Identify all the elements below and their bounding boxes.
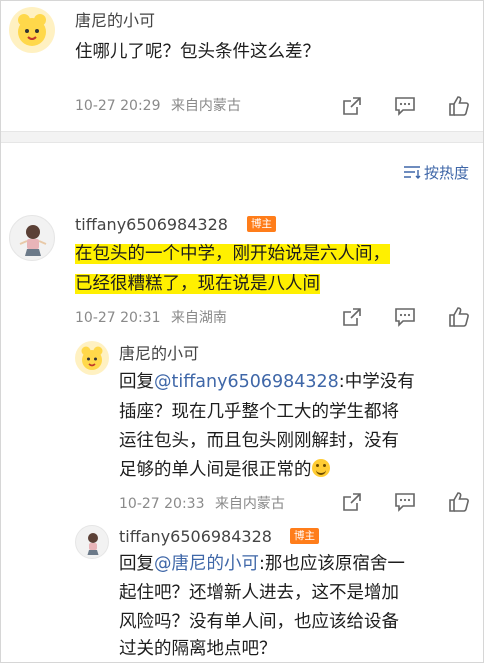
comment-meta: 10-27 20:31 来自湖南	[75, 309, 227, 327]
like-icon[interactable]	[448, 306, 470, 328]
laugh-emoji-icon	[311, 459, 330, 477]
comment-text: 住哪儿了呢？包头条件这么差？	[75, 42, 320, 62]
reply-prefix: 回复	[119, 554, 154, 574]
reply-text-line: 起住吧？还增新人进去，这不是增加	[119, 583, 399, 603]
avatar[interactable]	[9, 215, 55, 261]
sort-button[interactable]: 按热度	[403, 163, 469, 183]
reply-time: 10-27 20:33	[119, 496, 205, 512]
comment-text-line: 已经很糟糕了，现在说是八人间	[75, 274, 320, 294]
author-badge: 博主	[247, 216, 276, 232]
comment-meta: 10-27 20:29 来自内蒙古	[75, 97, 241, 115]
comment-icon[interactable]	[394, 306, 416, 328]
reply-username[interactable]: tiffany6506984328	[119, 527, 272, 547]
comment-source: 来自湖南	[170, 310, 227, 326]
comment-text-line: 在包头的一个中学，刚开始说是六人间，	[75, 244, 390, 264]
reply-prefix: 回复	[119, 372, 154, 392]
mention-link[interactable]: @唐尼的小可	[154, 554, 259, 574]
comment-text: 已经很糟糕了，现在说是八人间	[75, 269, 320, 299]
reply-text: 回复@唐尼的小可:那也应该原宿舍一	[119, 549, 405, 579]
reply-text-line: 足够的单人间是很正常的	[119, 460, 312, 480]
share-icon[interactable]	[341, 306, 363, 328]
author-badge: 博主	[290, 528, 319, 544]
reply-text: 回复@tiffany6506984328:中学没有	[119, 367, 415, 397]
share-icon[interactable]	[341, 491, 363, 513]
section-divider	[1, 131, 483, 143]
reply-source: 来自内蒙古	[214, 496, 285, 512]
reply-username[interactable]: 唐尼的小可	[119, 344, 199, 364]
reply-text: 足够的单人间是很正常的	[119, 455, 330, 485]
sort-label: 按热度	[423, 164, 469, 182]
comment-icon[interactable]	[394, 491, 416, 513]
comment-icon[interactable]	[394, 95, 416, 117]
reply-text-line: 运往包头，而且包头刚刚解封，没有	[119, 431, 399, 451]
reply-text-line: 风险吗？没有单人间，也应该给设备	[119, 612, 399, 632]
reply-text-rest: :那也应该原宿舍一	[259, 554, 405, 574]
comment-username[interactable]: tiffany6506984328	[75, 215, 228, 235]
like-icon[interactable]	[448, 95, 470, 117]
reply-text-line: 插座？现在几乎整个工大的学生都将	[119, 402, 399, 422]
comment-source: 来自内蒙古	[170, 98, 241, 114]
reply-text-rest: :中学没有	[338, 372, 415, 392]
reply-text-line: 过关的隔离地点吧？	[119, 639, 277, 659]
avatar[interactable]	[75, 341, 109, 375]
avatar[interactable]	[75, 525, 109, 559]
like-icon[interactable]	[448, 491, 470, 513]
sort-icon	[403, 164, 421, 179]
share-icon[interactable]	[341, 95, 363, 117]
comment-text: 在包头的一个中学，刚开始说是六人间，	[75, 239, 390, 269]
reply-meta: 10-27 20:33 来自内蒙古	[119, 495, 285, 513]
comment-username[interactable]: 唐尼的小可	[75, 11, 155, 31]
comment-thread: 唐尼的小可 住哪儿了呢？包头条件这么差？ 10-27 20:29 来自内蒙古 按…	[0, 0, 484, 663]
avatar[interactable]	[9, 7, 55, 53]
mention-link[interactable]: @tiffany6506984328	[154, 372, 339, 392]
comment-time: 10-27 20:31	[75, 310, 161, 326]
comment-time: 10-27 20:29	[75, 98, 161, 114]
